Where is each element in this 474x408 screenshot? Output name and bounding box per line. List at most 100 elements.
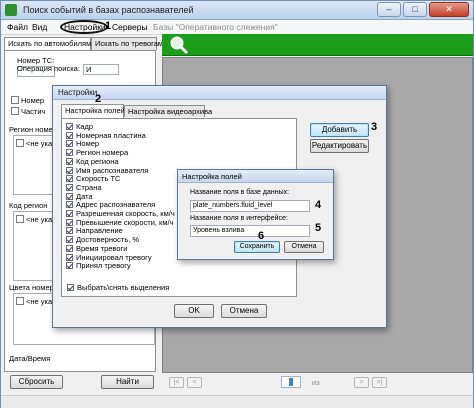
field-item[interactable]: Превышение скорости, км/ч bbox=[66, 218, 173, 227]
field-checkbox[interactable] bbox=[66, 140, 73, 148]
code-item-checkbox[interactable] bbox=[16, 215, 24, 223]
field-checkbox[interactable] bbox=[66, 227, 73, 235]
field-label: Превышение скорости, км/ч bbox=[76, 217, 174, 227]
field-item[interactable]: Кадр bbox=[66, 122, 93, 131]
annotation-3: 3 bbox=[371, 121, 378, 133]
add-button[interactable]: Добавить bbox=[310, 123, 369, 137]
save-button[interactable]: Сохранить bbox=[234, 241, 280, 253]
field-label: Принял тревогу bbox=[76, 261, 131, 271]
select-all-label: Выбрать\снять выделения bbox=[77, 283, 170, 292]
menu-view[interactable]: Вид bbox=[32, 22, 47, 32]
settings-dialog-titlebar: Настройки bbox=[53, 86, 386, 100]
annotation-4: 4 bbox=[315, 199, 322, 211]
minimize-button[interactable]: – bbox=[377, 2, 401, 17]
field-edit-title: Настройка полей bbox=[182, 172, 242, 181]
db-name-label: Название поля в базе данных: bbox=[190, 189, 290, 196]
field-item[interactable]: Разрешенная скорость, км/ч bbox=[66, 209, 175, 218]
close-button[interactable]: ✕ bbox=[429, 2, 469, 17]
field-checkbox[interactable] bbox=[66, 157, 73, 165]
select-all-checkbox[interactable]: Выбрать\снять выделения bbox=[67, 283, 169, 292]
dialog-cancel-button[interactable]: Отмена bbox=[221, 304, 267, 318]
plate-checkbox-label: Номер bbox=[21, 96, 45, 105]
field-checkbox[interactable] bbox=[66, 131, 73, 139]
field-checkbox[interactable] bbox=[66, 262, 73, 270]
field-label: Номер bbox=[76, 139, 100, 149]
edit-button[interactable]: Редактировать bbox=[310, 139, 369, 153]
page-input[interactable] bbox=[281, 376, 301, 388]
field-item[interactable]: Принял тревогу bbox=[66, 261, 131, 270]
field-checkbox[interactable] bbox=[66, 166, 73, 174]
field-item[interactable]: Номерная пластина bbox=[66, 131, 146, 140]
field-label: Адрес распознавателя bbox=[76, 200, 156, 210]
field-checkbox[interactable] bbox=[66, 253, 73, 261]
field-item[interactable]: Инициировал тревогу bbox=[66, 253, 152, 262]
tab-fields-settings[interactable]: Настройка полей bbox=[61, 104, 125, 118]
region-item-checkbox[interactable] bbox=[16, 139, 24, 147]
field-checkbox[interactable] bbox=[66, 192, 73, 200]
menu-file[interactable]: Файл bbox=[7, 22, 28, 32]
sub-cancel-button[interactable]: Отмена bbox=[284, 241, 324, 253]
code-group-label: Код регион bbox=[9, 201, 48, 210]
ui-name-label: Название поля в интерфейсе: bbox=[190, 215, 288, 222]
plate-checkbox[interactable] bbox=[11, 96, 19, 104]
field-item[interactable]: Адрес распознавателя bbox=[66, 200, 155, 209]
field-checkbox[interactable] bbox=[66, 244, 73, 252]
tab-search-vehicles[interactable]: Искать по автомобилям bbox=[4, 37, 91, 51]
field-label: Страна bbox=[76, 182, 102, 192]
search-op-select[interactable]: И bbox=[83, 64, 119, 75]
field-item[interactable]: Скорость ТС bbox=[66, 174, 120, 183]
field-checkbox[interactable] bbox=[66, 149, 73, 157]
field-label: Код региона bbox=[76, 156, 119, 166]
first-page-button[interactable]: |< bbox=[169, 377, 184, 388]
ok-button[interactable]: OK bbox=[174, 304, 214, 318]
annotation-5: 5 bbox=[315, 222, 322, 234]
toolbar bbox=[162, 34, 473, 56]
region-group-label: Регион номер bbox=[9, 125, 57, 134]
title-bar: Поиск событий в базах распознавателей – … bbox=[1, 1, 473, 20]
field-checkbox[interactable] bbox=[66, 236, 73, 244]
field-edit-titlebar: Настройка полей bbox=[178, 170, 333, 183]
region-list[interactable]: <не указ bbox=[13, 135, 57, 195]
field-checkbox[interactable] bbox=[66, 183, 73, 191]
window-title: Поиск событий в базах распознавателей bbox=[23, 5, 194, 15]
settings-dialog-title: Настройки bbox=[58, 88, 98, 97]
field-checkbox[interactable] bbox=[66, 210, 73, 217]
menu-servers[interactable]: Серверы bbox=[112, 22, 148, 32]
last-page-button[interactable]: >| bbox=[372, 377, 387, 388]
highlight-circle bbox=[60, 20, 108, 34]
maximize-button[interactable]: □ bbox=[403, 2, 427, 17]
field-item[interactable]: Страна bbox=[66, 183, 102, 192]
field-checkbox[interactable] bbox=[66, 218, 73, 226]
status-bar bbox=[1, 395, 473, 408]
prev-page-button[interactable]: < bbox=[187, 377, 202, 388]
code-list[interactable]: <не указ bbox=[13, 211, 57, 281]
partial-checkbox[interactable] bbox=[11, 107, 19, 115]
color-group-label: Цвета номер bbox=[9, 283, 54, 292]
field-item[interactable]: Код региона bbox=[66, 157, 119, 166]
field-label: Дата bbox=[76, 191, 93, 201]
tab-video-archive-settings[interactable]: Настройка видеоархива bbox=[124, 105, 212, 117]
field-label: Инициировал тревогу bbox=[76, 252, 152, 262]
tab-search-alarms[interactable]: Искать по тревогам bbox=[91, 37, 163, 50]
field-item[interactable]: Дата bbox=[66, 192, 93, 201]
next-page-button[interactable]: > bbox=[354, 377, 369, 388]
find-button[interactable]: Найти bbox=[101, 375, 154, 389]
field-item[interactable]: Регион номера bbox=[66, 148, 128, 157]
field-item[interactable]: Время тревоги bbox=[66, 244, 127, 253]
ui-name-input[interactable]: Уровень взлива bbox=[190, 225, 310, 237]
menu-databases[interactable]: Базы "Оперативного слежения" bbox=[153, 22, 278, 32]
reset-button[interactable]: Сбросить bbox=[10, 375, 63, 389]
field-checkbox[interactable] bbox=[66, 201, 73, 209]
db-name-input[interactable]: plate_numbers.fluid_level bbox=[190, 200, 310, 212]
field-item[interactable]: Направление bbox=[66, 226, 123, 235]
search-icon[interactable] bbox=[169, 35, 189, 55]
field-checkbox[interactable] bbox=[66, 175, 73, 183]
field-item[interactable]: Имя распознавателя bbox=[66, 166, 148, 175]
field-item[interactable]: Номер bbox=[66, 139, 99, 148]
field-checkbox[interactable] bbox=[66, 123, 73, 130]
page-of-label: из bbox=[312, 378, 320, 387]
field-item[interactable]: Достоверность, % bbox=[66, 235, 139, 244]
color-item-checkbox[interactable] bbox=[16, 297, 24, 305]
select-all-check-icon bbox=[67, 284, 74, 291]
datetime-label: Дата/Время bbox=[9, 354, 51, 363]
